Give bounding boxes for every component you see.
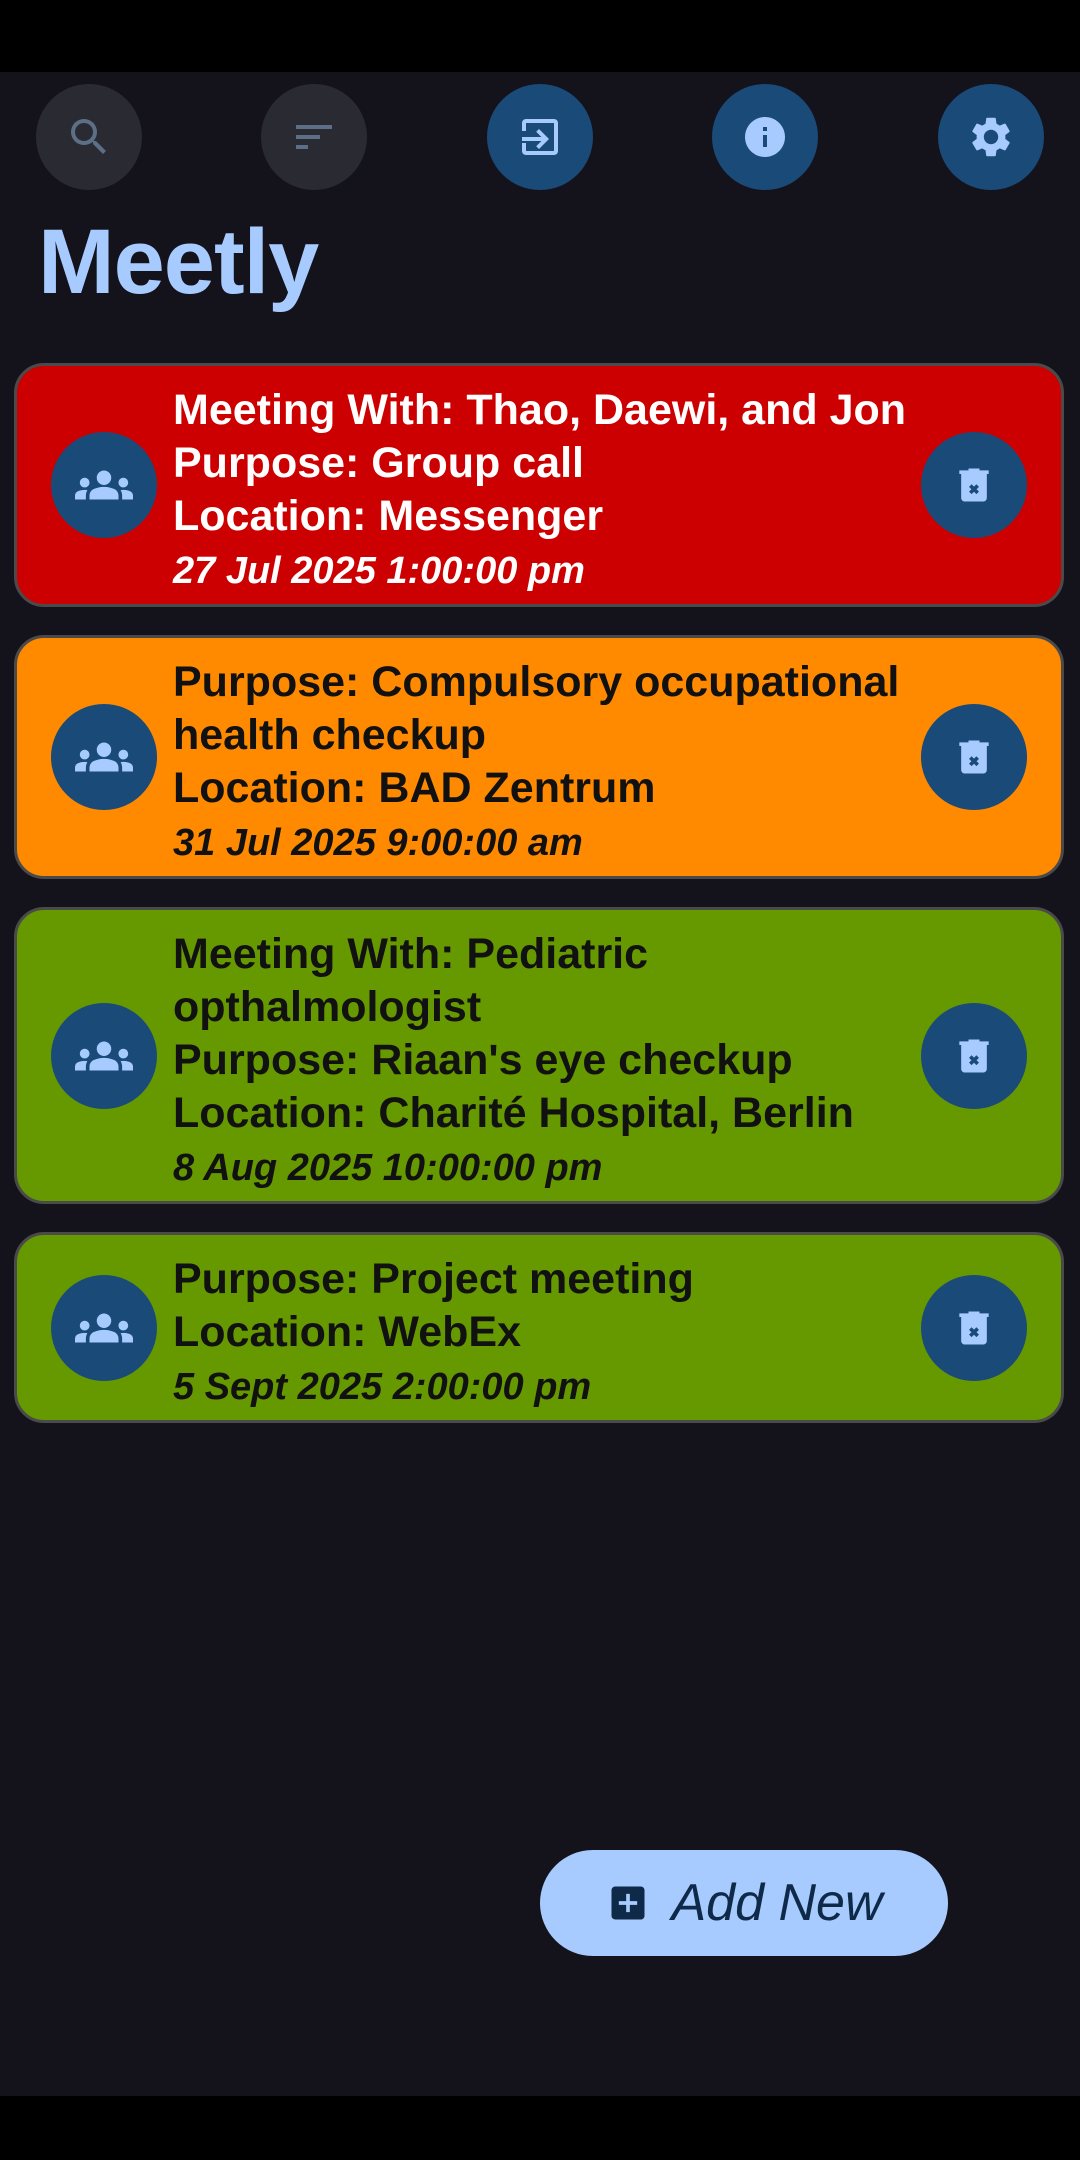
meeting-card[interactable]: Purpose: Project meeting Location: WebEx 5…	[14, 1232, 1064, 1423]
meeting-date: 5 Sept 2025 2:00:00 pm	[173, 1366, 592, 1408]
meeting-detail-line: Meeting With: Thao, Daewi, and Jon	[173, 386, 907, 434]
meeting-detail-line: Meeting With: Pediatric	[173, 930, 649, 978]
info-icon	[745, 117, 785, 157]
group-icon	[75, 470, 133, 500]
search-button[interactable]	[36, 84, 142, 190]
settings-icon	[972, 117, 1010, 157]
delete-meeting-button[interactable]	[921, 432, 1027, 538]
meeting-detail-line: Purpose: Project meeting	[173, 1255, 694, 1303]
delete-meeting-button[interactable]	[921, 1274, 1027, 1381]
import-icon	[522, 119, 558, 155]
meeting-detail-line: Purpose: Compulsory occupational	[173, 658, 900, 706]
meeting-card[interactable]: Meeting With: Thao, Daewi, and Jon Purpos…	[14, 363, 1064, 607]
status-bar	[0, 0, 1080, 72]
meeting-avatar	[51, 1274, 157, 1381]
meeting-detail-line: Location: Charité Hospital, Berlin	[173, 1089, 854, 1137]
app-title: Meetly	[38, 211, 319, 313]
meeting-detail-line: Purpose: Group call	[173, 439, 584, 487]
sort-icon	[296, 125, 332, 149]
delete-icon	[959, 1039, 989, 1072]
meeting-details: Purpose: Project meeting Location: WebEx 5…	[173, 1253, 913, 1415]
meeting-detail-line: Purpose: Riaan's eye checkup	[173, 1036, 793, 1084]
group-icon	[75, 1041, 133, 1070]
meeting-card[interactable]: Purpose: Compulsory occupational health c…	[14, 635, 1064, 879]
add-box-icon	[611, 1886, 644, 1920]
settings-button[interactable]	[938, 84, 1044, 190]
meeting-details: Meeting With: Thao, Daewi, and Jon Purpos…	[173, 384, 913, 599]
meeting-detail-line: health checkup	[173, 711, 487, 759]
group-icon	[75, 742, 133, 772]
navigation-bar	[0, 2096, 1080, 2160]
search-icon	[71, 119, 106, 154]
import-button[interactable]	[487, 84, 593, 190]
info-button[interactable]	[712, 84, 818, 190]
delete-meeting-button[interactable]	[921, 704, 1027, 810]
meeting-avatar	[51, 432, 157, 538]
meeting-detail-line: Location: WebEx	[173, 1308, 522, 1356]
toolbar	[0, 84, 1080, 190]
meeting-date: 31 Jul 2025 9:00:00 am	[173, 822, 583, 864]
delete-icon	[959, 740, 989, 774]
add-new-button[interactable]: Add New	[540, 1850, 948, 1956]
meeting-detail-line: Location: BAD Zentrum	[173, 764, 656, 812]
sort-button[interactable]	[261, 84, 367, 190]
meeting-avatar	[51, 704, 157, 810]
meeting-detail-line: Location: Messenger	[173, 492, 604, 540]
delete-icon	[959, 468, 989, 502]
delete-icon	[959, 1311, 989, 1344]
meeting-details: Purpose: Compulsory occupational health c…	[173, 656, 913, 871]
meeting-avatar	[51, 1002, 157, 1109]
delete-meeting-button[interactable]	[921, 1002, 1027, 1109]
meeting-date: 27 Jul 2025 1:00:00 pm	[173, 550, 585, 592]
meeting-date: 8 Aug 2025 10:00:00 pm	[173, 1147, 603, 1189]
group-icon	[75, 1313, 133, 1342]
meeting-details: Meeting With: Pediatric opthalmologist Pur…	[173, 928, 913, 1196]
meeting-card[interactable]: Meeting With: Pediatric opthalmologist Pur…	[14, 907, 1064, 1204]
meeting-detail-line: opthalmologist	[173, 983, 482, 1031]
add-new-label: Add New	[671, 1874, 883, 1932]
